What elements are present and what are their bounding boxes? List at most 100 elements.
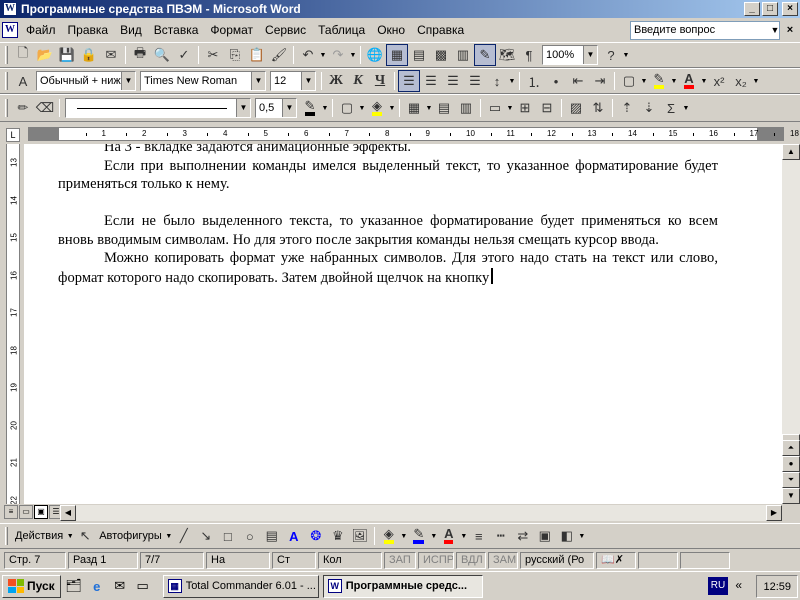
clip-art-icon[interactable]: ♛: [327, 525, 349, 547]
status-extend[interactable]: ВДЛ: [456, 551, 486, 569]
borders-dropdown-icon[interactable]: ▼: [640, 78, 648, 85]
format-painter-icon[interactable]: 🖌: [268, 44, 290, 66]
underline-button[interactable]: Ч: [369, 70, 391, 92]
autoshapes-dropdown-icon[interactable]: ▼: [165, 533, 173, 540]
distribute-rows-icon[interactable]: ⊞: [514, 97, 536, 119]
paste-icon[interactable]: 📋: [246, 44, 268, 66]
menu-window[interactable]: Окно: [371, 20, 411, 40]
align-cell-dropdown-icon[interactable]: ▼: [506, 105, 514, 112]
font-select[interactable]: Times New Roman ▼: [140, 71, 266, 91]
shading-color-icon[interactable]: ◈: [366, 97, 388, 119]
select-browse-object-icon[interactable]: ●: [782, 456, 800, 472]
menu-insert[interactable]: Вставка: [148, 20, 205, 40]
sort-descending-icon[interactable]: ⇣: [638, 97, 660, 119]
border-color-icon[interactable]: ✎: [299, 97, 321, 119]
vertical-ruler-track[interactable]: 13 14 15 16 17 18 19 20 21 22: [6, 144, 20, 504]
font-color-dropdown-icon[interactable]: ▼: [460, 533, 468, 540]
borders-icon[interactable]: ▢: [618, 70, 640, 92]
line-style-icon[interactable]: ≡: [468, 525, 490, 547]
highlight-icon[interactable]: ✎: [648, 70, 670, 92]
text-box-icon[interactable]: ▤: [261, 525, 283, 547]
toolbar-options-icon[interactable]: ▼: [622, 52, 630, 59]
undo-icon[interactable]: ↶: [297, 44, 319, 66]
tab-selector[interactable]: L: [6, 128, 20, 142]
subscript-icon[interactable]: x₂: [730, 70, 752, 92]
draw-table-icon[interactable]: ✏: [12, 97, 34, 119]
paragraph[interactable]: На 3 - вкладке задаются анимационные эфф…: [58, 144, 718, 157]
chevron-down-icon[interactable]: ▼: [236, 99, 250, 117]
minimize-button[interactable]: _: [744, 2, 760, 16]
line-style-select[interactable]: ▼: [65, 98, 251, 118]
toolbar-options-icon[interactable]: ▼: [752, 78, 760, 85]
chevron-down-icon[interactable]: ▼: [121, 72, 135, 90]
help-icon[interactable]: ?: [600, 44, 622, 66]
font-color-icon[interactable]: A: [438, 525, 460, 547]
word-app-icon[interactable]: W: [3, 2, 17, 16]
chevron-down-icon[interactable]: ▼: [768, 21, 782, 40]
copy-icon[interactable]: ⎘: [224, 44, 246, 66]
print-icon[interactable]: 🖶: [129, 44, 151, 66]
insert-table-icon[interactable]: ▤: [408, 44, 430, 66]
table-autoformat-icon[interactable]: ▨: [565, 97, 587, 119]
document-close-button[interactable]: ×: [783, 23, 797, 37]
text-direction-icon[interactable]: ⇅: [587, 97, 609, 119]
document-icon[interactable]: W: [2, 22, 18, 38]
new-document-icon[interactable]: 🗋: [12, 44, 34, 66]
paragraph[interactable]: Если при выполнении команды имелся выдел…: [58, 157, 718, 194]
vertical-scrollbar[interactable]: ▲ ⏶ ● ⏷ ▼: [782, 144, 800, 504]
spelling-status-icon[interactable]: 📖✗: [596, 551, 636, 569]
save-icon[interactable]: 💾: [56, 44, 78, 66]
maximize-button[interactable]: □: [762, 2, 778, 16]
split-cells-icon[interactable]: ▥: [455, 97, 477, 119]
autosum-icon[interactable]: Σ: [660, 97, 682, 119]
taskbar-item-word[interactable]: W Программные средс...: [322, 574, 483, 598]
open-folder-icon[interactable]: 📂: [34, 44, 56, 66]
clock[interactable]: 12:59: [763, 581, 791, 593]
styles-pane-icon[interactable]: A: [12, 70, 34, 92]
internet-explorer-icon[interactable]: e: [87, 576, 107, 596]
rectangle-icon[interactable]: □: [217, 525, 239, 547]
scroll-down-icon[interactable]: ▼: [782, 488, 800, 504]
menu-help[interactable]: Справка: [411, 20, 470, 40]
total-commander-icon[interactable]: 🗂: [64, 576, 84, 596]
ruler-track[interactable]: 1 2 3 4 5 6 7 8 9 10 11 12 13 14 15 16 17 18: [28, 127, 799, 141]
empty-paragraph[interactable]: [58, 194, 718, 213]
align-center-icon[interactable]: ☰: [420, 70, 442, 92]
zoom-select[interactable]: 100% ▼: [542, 45, 598, 65]
insert-table-icon[interactable]: ▦: [403, 97, 425, 119]
status-track-changes[interactable]: ИСПР: [418, 551, 454, 569]
highlight-dropdown-icon[interactable]: ▼: [670, 78, 678, 85]
fill-color-icon[interactable]: ◈: [378, 525, 400, 547]
next-page-icon[interactable]: ⏷: [782, 472, 800, 488]
outside-border-icon[interactable]: ▢: [336, 97, 358, 119]
toolbar-grip[interactable]: [5, 72, 8, 90]
cut-icon[interactable]: ✂: [202, 44, 224, 66]
spelling-icon[interactable]: ✓: [173, 44, 195, 66]
outside-border-dropdown-icon[interactable]: ▼: [358, 105, 366, 112]
close-button[interactable]: ×: [782, 2, 798, 16]
sort-ascending-icon[interactable]: ⇡: [616, 97, 638, 119]
email-icon[interactable]: ✉: [100, 44, 122, 66]
redo-dropdown-icon[interactable]: ▼: [349, 52, 357, 59]
line-weight-select[interactable]: 0,5 ▼: [255, 98, 297, 118]
print-layout-icon[interactable]: ▣: [34, 505, 48, 519]
eraser-icon[interactable]: ⌫: [34, 97, 56, 119]
bullets-icon[interactable]: •: [545, 70, 567, 92]
chevron-down-icon[interactable]: ▼: [282, 99, 296, 117]
outlook-express-icon[interactable]: ✉: [110, 576, 130, 596]
language-indicator[interactable]: RU: [708, 577, 728, 595]
chevron-down-icon[interactable]: ▼: [251, 72, 265, 90]
merge-cells-icon[interactable]: ▤: [433, 97, 455, 119]
decrease-indent-icon[interactable]: ⇤: [567, 70, 589, 92]
toolbar-grip[interactable]: [5, 99, 8, 117]
ask-question-input[interactable]: Введите вопрос: [630, 21, 780, 40]
font-color-icon[interactable]: A: [678, 70, 700, 92]
toolbar-options-icon[interactable]: ▼: [578, 533, 586, 540]
chevron-down-icon[interactable]: ▼: [301, 72, 315, 90]
taskbar-item-total-commander[interactable]: ▦ Total Commander 6.01 - ...: [162, 574, 319, 598]
align-left-icon[interactable]: ☰: [398, 70, 420, 92]
actions-menu[interactable]: Действия: [12, 530, 66, 542]
toolbar-grip[interactable]: [5, 527, 8, 545]
chevron-down-icon[interactable]: ▼: [583, 46, 597, 64]
insert-table-dropdown-icon[interactable]: ▼: [425, 105, 433, 112]
